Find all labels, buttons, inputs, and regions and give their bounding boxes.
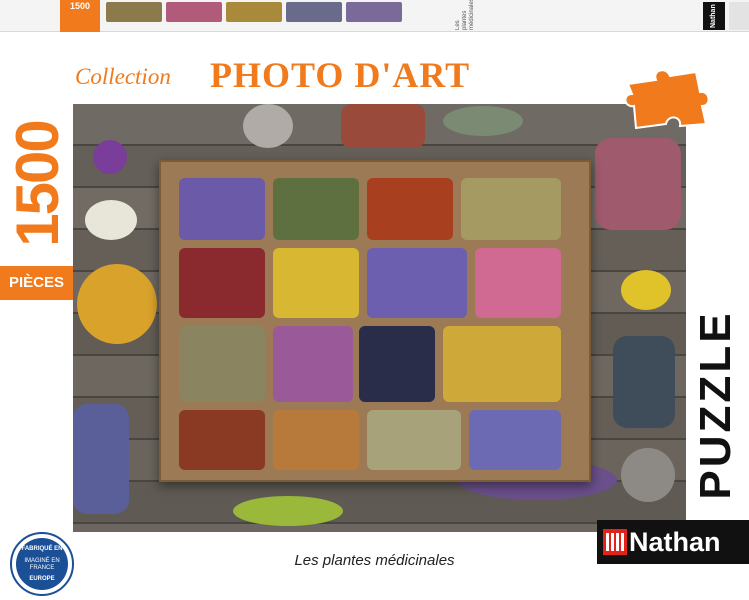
herb-cell-lavender-stems (367, 248, 467, 318)
flap-thumbnail (106, 2, 162, 22)
badge-middle-text: IMAGINÉ EN FRANCE (24, 558, 60, 571)
herb-cell-rosehip (179, 248, 265, 318)
nathan-logo-mark (603, 529, 627, 555)
cover-photo (73, 104, 686, 532)
badge-bottom-text: EUROPE (29, 576, 55, 582)
twine-ball (621, 448, 675, 502)
collection-label: Collection (75, 64, 171, 89)
herb-tray (159, 160, 591, 482)
herb-cell-mallow (179, 178, 265, 240)
herb-cell-fireweed (273, 326, 353, 402)
herb-cell-calendula (273, 248, 359, 318)
badge-inner: FABRIQUÉ EN IMAGINÉ EN FRANCE EUROPE (16, 538, 68, 590)
st-johns-wort (621, 270, 671, 310)
glass-bottle-elderberry (613, 336, 675, 428)
piece-count: 1500 (4, 108, 71, 260)
thistle-flower (93, 140, 127, 174)
herb-cell-chili (367, 178, 453, 240)
flap-title: Les plantes médicinales (455, 0, 475, 30)
herb-cell-mint (273, 178, 359, 240)
flap-thumbnail (286, 2, 342, 22)
herb-cell-lavender (469, 410, 561, 470)
pieces-badge: PIÈCES (0, 266, 73, 300)
flap-piece-count: 1500 (60, 0, 100, 32)
rosebud-jar (595, 138, 681, 230)
collection-title: PHOTO D'ART (210, 55, 471, 95)
puzzle-label-text: PUZZLE (691, 310, 740, 500)
herb-cell-chamomile (367, 410, 461, 470)
green-herb-sprig (233, 496, 343, 526)
calendula-pile (77, 264, 157, 344)
yarrow-flower (85, 200, 137, 240)
sage-sprig (443, 106, 523, 136)
herb-cell-tansy (443, 326, 561, 402)
herb-cell-rooibos (179, 410, 265, 470)
glass-jar-cornflower (73, 404, 129, 514)
flap-brand-logo: Nathan (703, 2, 725, 30)
flap-thumbnail (346, 2, 402, 22)
herb-cell-blackberries (359, 326, 435, 402)
herb-cell-rosebuds (475, 248, 561, 318)
flap-thumbnails (106, 2, 402, 22)
puzzle-label: PUZZLE (688, 300, 744, 510)
box-top-flap: 1500 Les plantes médicinales Nathan (0, 0, 749, 32)
herb-cell-clover (179, 326, 265, 402)
nathan-logo-text: Nathan (629, 527, 721, 557)
made-in-france-badge: FABRIQUÉ EN IMAGINÉ EN FRANCE EUROPE (10, 532, 74, 596)
flap-thumbnail (166, 2, 222, 22)
nathan-logo: Nathan (597, 520, 749, 564)
flap-count-text: 1500 (69, 1, 91, 11)
tea-infuser (243, 104, 293, 148)
flap-strip (729, 2, 749, 30)
herb-cell-root (273, 410, 359, 470)
piece-count-text: 1500 (4, 121, 71, 247)
flap-thumbnail (226, 2, 282, 22)
rosehip-jar (341, 104, 425, 148)
badge-top-text: FABRIQUÉ EN (21, 546, 63, 552)
puzzle-piece-icon (624, 69, 710, 130)
herb-cell-yarrow (461, 178, 561, 240)
